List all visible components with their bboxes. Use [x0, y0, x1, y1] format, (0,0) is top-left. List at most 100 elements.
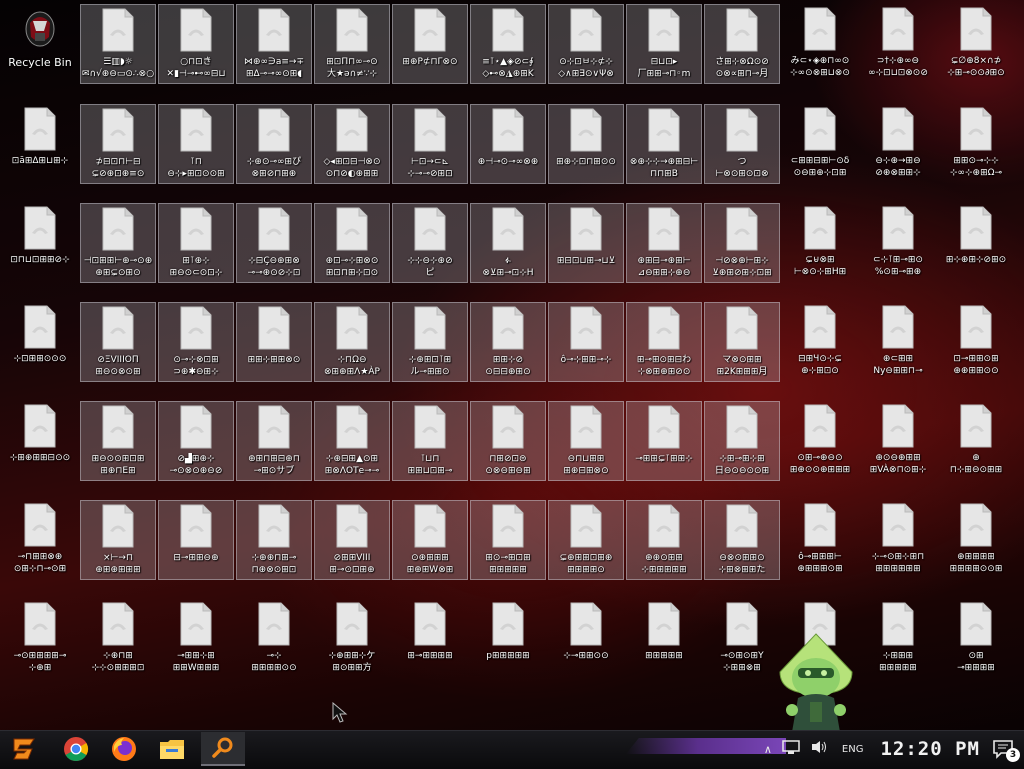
desktop-file-icon[interactable]: ⊕⊣⊸⊙⊸∞⊗⊕: [470, 104, 546, 184]
desktop-file-icon[interactable]: ⊕⊂⊞⊞ Ny⊖⊞⊞⊓⊸: [860, 302, 936, 382]
desktop-file-icon[interactable]: ⋈⊕∞∋a≡→∓ ⊞Δ⊸⊸∞⊙⊞◖: [236, 4, 312, 84]
desktop-file-icon[interactable]: ⊞⊕Ρ⊄⊓Γ⊗⊙: [392, 4, 468, 84]
desktop-file-icon[interactable]: ⊡⊓⊔⊡⊞⊞⊘⊹: [2, 203, 78, 283]
desktop-file-icon[interactable]: み⊂⋆◈⊕⊓∞⊙ ⊹∞⊙⊗⊞⊔⊗⊙: [782, 4, 858, 84]
desktop-file-icon[interactable]: ⊞⊞⊹⊘ ⊙⊟⊟⊕⊞⊙: [470, 302, 546, 382]
recycle-bin-icon[interactable]: Recycle Bin: [2, 4, 78, 84]
desktop-file-icon[interactable]: ≡⊺⋆▲◈⊘⊂∮ ◇⊷⊗◮⊕⊞K: [470, 4, 546, 84]
desktop-file-icon[interactable]: ⊕⊕⊙⊞⊞ ⊹⊞⊞⊞⊞⊞: [626, 500, 702, 580]
desktop-file-icon[interactable]: ⊡⊸⊞⊞⊙⊞ ⊕⊕⊞⊞⊙⊙: [938, 302, 1014, 382]
desktop-file-icon[interactable]: ☰▥◗☼ ✉∩√⊕⊖▭⊙∴⊗○: [80, 4, 156, 84]
desktop-file-icon[interactable]: p⊞⊞⊞⊞⊞: [470, 599, 546, 679]
network-icon[interactable]: [782, 739, 800, 759]
desktop-file-icon[interactable]: ⊕⊞⊓⊞⊟⊕⊓ ⊸⊞⊙サブ: [236, 401, 312, 481]
desktop-file-icon[interactable]: ⊣⊘⊗⊕⊢⊞⊹ ⊻⊕⊞⊘⊞⊹⊡⊞: [704, 203, 780, 283]
desktop-file-icon[interactable]: ⊙⊹⊡ㅂ⊹⊄⊹ ◇∧⊞∃⊙∨Ψ⊗: [548, 4, 624, 84]
desktop-file-icon[interactable]: ⊞⊕⊹⊡⊓⊞⊙⊙: [548, 104, 624, 184]
desktop-file-icon[interactable]: ô⊸⊞⊞⊞⊢ ⊕⊞⊞⊞⊙⊞: [782, 500, 858, 580]
desktop-file-icon[interactable]: ⊃†⊹⊕∞⊖ ∞⊹⊡⊔⊡⊗⊙⊘: [860, 4, 936, 84]
desktop-file-icon[interactable]: ⊖⊓⊔⊞⊞ ⊞⊕⊟⊞⊗⊙: [548, 401, 624, 481]
file-explorer-taskbar-button[interactable]: [152, 732, 192, 766]
desktop-file-icon[interactable]: ⊹⊸⊙⊞⊹⊞⊓ ⊞⊞⊞⊞⊞⊞: [860, 500, 936, 580]
desktop-file-icon[interactable]: ⊖⊗⊙⊞⊞⊙ ⊹⊞⊗⊞⊞た: [704, 500, 780, 580]
desktop-file-icon[interactable]: ⊹⊕⊞⊡⊺⊞ ル⊸⊞⊞⊙: [392, 302, 468, 382]
firefox-taskbar-button[interactable]: [104, 732, 144, 766]
desktop-file-icon[interactable]: ⊹⊞⊞⊞ ⊞⊞⊞⊞⊞: [860, 599, 936, 679]
desktop-file-icon[interactable]: ⊞⊸⊞⊞⊞⊞: [392, 599, 468, 679]
desktop-file-icon[interactable]: ⊊⊌⊗⊞ ⊢⊗⊙⊹⊞H⊞: [782, 203, 858, 283]
desktop-file-icon[interactable]: マ⊗⊙⊞⊞ ⊞2K⊞⊞⊞月: [704, 302, 780, 382]
desktop-file-icon[interactable]: ⊸⊓⊞⊞⊗⊕ ⊙⊞⊹⊓⊸⊙⊞: [2, 500, 78, 580]
desktop-file-icon[interactable]: ⊹⊞⊸⊞⊹⊞ 日⊖⊙⊖⊙⊙⊞: [704, 401, 780, 481]
desktop-file-icon[interactable]: ⊹⊕⊙⊸∞⊞ぴ ⊗⊞⊘⊓⊞⊕: [236, 104, 312, 184]
desktop-file-icon[interactable]: ⊞⊸⊞⊙⊞⊟わ ⊹⊗⊞⊕⊞⊘⊙: [626, 302, 702, 382]
desktop-file-icon[interactable]: ⊕ ⊓⊹⊞⊖⊙⊞⊞: [938, 401, 1014, 481]
desktop-file-icon[interactable]: ◇◂⊞⊡⊟⊣⊗⊙ ⊙⊓⊘◐⊕⊞⊞: [314, 104, 390, 184]
desktop-file-icon[interactable]: つ ⊢⊗⊙⊞⊙⊡⊗: [704, 104, 780, 184]
desktop-file-icon[interactable]: ⊸⊞⊞⊊⊺⊞⊞⊹: [626, 401, 702, 481]
desktop-file-icon[interactable]: ⊞⊞⊹⊞⊞⊗⊙: [236, 302, 312, 382]
desktop-file-icon[interactable]: ⊟⊔⊡▸ 厂⊞⊞⊸⊓◦m: [626, 4, 702, 84]
desktop-file-icon[interactable]: ⊢⊡→⊂⊾ ⊹⊸⊸⊘⊞⊡: [392, 104, 468, 184]
desktop-file-icon[interactable]: ⊙⊕⊞⊞⊞ ⊞⊕⊞W⊗⊞: [392, 500, 468, 580]
desktop-file-icon[interactable]: ⊘ΞVIIIOΠ ⊞⊖⊙⊗⊙⊞: [80, 302, 156, 382]
desktop-file-icon[interactable]: ⊸⊙⊞⊞⊞⊞⊸ ⊹⊕⊞: [2, 599, 78, 679]
desktop-file-icon[interactable]: ⊞⊖⊙⊙⊞⊡⊞ ⊞⊕⊓Ε⊞: [80, 401, 156, 481]
desktop-file-icon[interactable]: ⊹⊸⊞⊞⊙⊙: [548, 599, 624, 679]
desktop-file-icon[interactable]: ⊺⊔⊓ ⊞⊞⊔⊡⊞⊸: [392, 401, 468, 481]
desktop-file-icon[interactable]: ⊹⊕⊞⊞⊹ケ ⊞⊙⊞⊞方: [314, 599, 390, 679]
desktop-file-icon[interactable]: ⊞⊺⊕⊹ ⊞⊖⊙⊂⊙⊡⊹: [158, 203, 234, 283]
desktop-file-icon[interactable]: ⊡ā⊞Δ⊞⊔⊞⊹: [2, 104, 78, 184]
desktop-file-icon[interactable]: ⊸⊞⊞⊹⊞ ⊞⊞W⊞⊞⊞: [158, 599, 234, 679]
desktop-file-icon[interactable]: ⊹⊓Ω⊖ ⊗⊞⊕⊞Λ★ÀΡ: [314, 302, 390, 382]
chevron-up-icon[interactable]: ∧: [764, 743, 772, 756]
clock-time[interactable]: 12:20 PM: [880, 738, 980, 760]
desktop-file-icon[interactable]: ⊘⊞⊞VIII ⊞⊸⊙⊡⊞⊕: [314, 500, 390, 580]
desktop-file-icon[interactable]: ×⊢→⊓ ⊕⊞⊕⊞⊞⊞: [80, 500, 156, 580]
desktop-file-icon[interactable]: ⊞⊡Π⊓∞⊸⊙ 大★ə∩≠∵⊹: [314, 4, 390, 84]
desktop-file-icon[interactable]: ⊘▟⊞⊕⊹ ⊸⊙⊗⊙⊕⊖⊘: [158, 401, 234, 481]
desktop-file-icon[interactable]: ⊊⊕⊞⊞⊡⊞⊕ ⊞⊞⊞⊞⊙: [548, 500, 624, 580]
desktop-file-icon[interactable]: ⊙⊞ ⊸⊞⊞⊞⊞: [938, 599, 1014, 679]
desktop-file-icon[interactable]: ⊞⊙⊸⊞⊡⊞ ⊞⊞⊞⊞⊞: [470, 500, 546, 580]
desktop-file-icon[interactable]: ⊞⊞⊞⊞⊞: [626, 599, 702, 679]
desktop-file-icon[interactable]: ⊖⊹⊕→⊞⊖ ⊘⊕⊗⊞⊞⊹: [860, 104, 936, 184]
desktop-file-icon[interactable]: ⊙⊞⊸⊕⊖⊙ ⊞⊕⊙⊙⊕⊞⊞⊞: [782, 401, 858, 481]
desktop-file-icon[interactable]: ⊸⊹ ⊞⊞⊞⊞⊙⊙: [236, 599, 312, 679]
desktop-file-icon[interactable]: ⊹⊕⊓⊞ ⊹⊹⊙⊞⊞⊞⊡: [80, 599, 156, 679]
start-button[interactable]: [4, 732, 44, 766]
desktop-file-icon[interactable]: ⊙⊸⊹⊗⊡⊞ ⊃⊕✱⊖⊞⊹: [158, 302, 234, 382]
desktop-file-icon[interactable]: ⊂⊞⊞⊟⊞⊢⊙δ ⊙⊖⊞⊕⊹⊡⊞: [782, 104, 858, 184]
desktop-file-icon[interactable]: ⊹⊹⊖⊹⊕⊘ ピ: [392, 203, 468, 283]
desktop-file-icon[interactable]: ⊹⊞⊕⊞⊞⊟⊙⊙: [2, 401, 78, 481]
desktop-file-icon[interactable]: ⊞⊹⊕⊞⊹⊘⊞⊙: [938, 203, 1014, 283]
desktop-file-icon[interactable]: ○⊓⊡き ✕▮⊣⊸⊷∞⊟⊔: [158, 4, 234, 84]
desktop-file-icon[interactable]: ⊸⊙⊞⊙⊞Y ⊹⊞⊞⊗⊞: [704, 599, 780, 679]
desktop-file-icon[interactable]: ⊞⊞⊙⊸⊹⊹ ⊹∞⊹⊕⊞Ω⊸: [938, 104, 1014, 184]
desktop-file-icon[interactable]: ⊺⊓ ⊖⊹▸⊞⊡⊙⊙⊞: [158, 104, 234, 184]
desktop-file-icon[interactable]: ⊗⊕⊹⊹→⊕⊞⊟⊢ ⊓⊓⊞B: [626, 104, 702, 184]
desktop-file-icon[interactable]: さ⊞⊹⊗Ω⊙⊘ ⊙⊗∝⊞⊓⊸月: [704, 4, 780, 84]
volume-icon[interactable]: [810, 739, 828, 759]
desktop-file-icon[interactable]: ⊓⊞⊘⊡⊜ ⊙⊗⊖⊞⊖⊞: [470, 401, 546, 481]
desktop-file-icon[interactable]: ⊂⊹⊺⊞⊸⊞⊙ %⊙⊞⊸⊞⊕: [860, 203, 936, 283]
search-taskbar-button[interactable]: [201, 732, 245, 766]
desktop-file-icon[interactable]: ⊕⊞⊟⊸⊕⊞⊢ ⊿⊖⊞⊞⊹⊕⊖: [626, 203, 702, 283]
desktop-file-icon[interactable]: ⊕⊞⊞⊞⊞ ⊞⊞⊞⊞⊙⊙⊞: [938, 500, 1014, 580]
chrome-taskbar-button[interactable]: [56, 732, 96, 766]
desktop-file-icon[interactable]: ⊹⊕⊕⊓⊞⊸ ⊓⊕⊗⊙⊞⊡: [236, 500, 312, 580]
desktop-file-icon[interactable]: ⊣⊡⊞⊞⊢⊕⊸⊙⊕ ⊕⊞⊊⊙⊞⊙: [80, 203, 156, 283]
desktop-file-icon[interactable]: ⊹⊡⊞⊞⊙⊙⊙: [2, 302, 78, 382]
desktop-file-icon[interactable]: ⊟⊞Ч⊙⊹⊊ ⊕⊹⊞⊡⊙: [782, 302, 858, 382]
desktop-file-icon[interactable]: ⊞⊟⊡⊔⊞⊸⊔⊻: [548, 203, 624, 283]
action-center-button[interactable]: 3: [992, 736, 1020, 762]
desktop-file-icon[interactable]: ⊟⊸⊞⊞⊖⊕: [158, 500, 234, 580]
desktop-file-icon[interactable]: ⊹⊕⊟⊞▲⊙⊞ ⊞⊗ΛΟΤe⊸⊸: [314, 401, 390, 481]
desktop-file-icon[interactable]: ⊕⊡⊸⊹⊞⊗⊙ ⊞⊡⊓⊞⊹⊡⊙: [314, 203, 390, 283]
desktop-file-icon[interactable]: ô⊸⊹⊞⊞⊸⊹: [548, 302, 624, 382]
language-indicator[interactable]: ENG: [842, 744, 864, 755]
desktop-file-icon[interactable]: ⊊∅⊕8×∩⊅ ⊹⊞⊸⊙⊙∂⊞⊙: [938, 4, 1014, 84]
desktop-file-icon[interactable]: ⊅⊟⊡⊓⊢⊟ ⊊⊘⊕⊡⊕≡⊙: [80, 104, 156, 184]
desktop-file-icon[interactable]: ⊹⊟Ç⊖⊕⊞⊗ ⊸⊸⊕⊙⊘⊹⊡: [236, 203, 312, 283]
desktop-file-icon[interactable]: ⊕⊙⊖⊕⊞⊞ ⊞VÀ⊗⊓⊙⊞⊹: [860, 401, 936, 481]
